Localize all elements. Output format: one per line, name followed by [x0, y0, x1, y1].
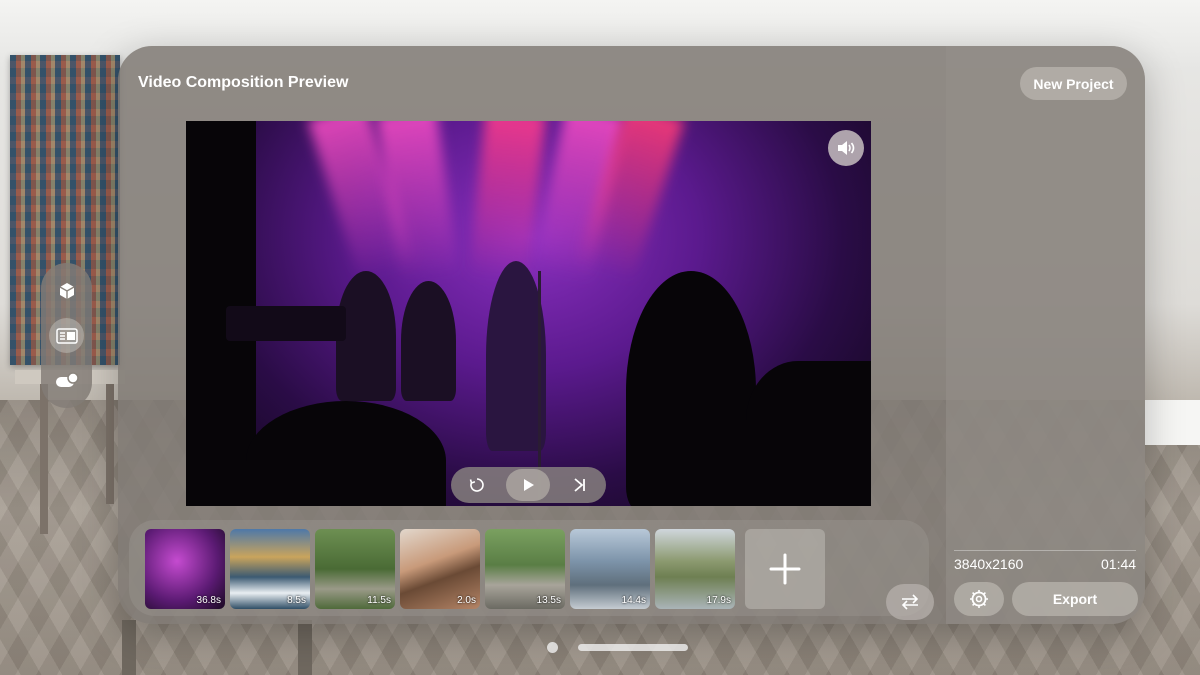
clip-timeline: 36.8s 8.5s 11.5s 2.0s 13.5s 14.4s 17.9s	[129, 520, 929, 616]
lead-singer	[486, 261, 546, 451]
stand-leg	[298, 620, 312, 675]
clip-duration: 2.0s	[457, 595, 476, 606]
clip-thumbnail[interactable]: 14.4s	[570, 529, 650, 609]
clip-thumbnail[interactable]: 13.5s	[485, 529, 565, 609]
plus-icon	[769, 553, 801, 585]
tool-sidebar	[41, 263, 92, 408]
duration-label: 01:44	[1101, 556, 1137, 572]
composition-window: Video Composition Preview New Project 36…	[118, 46, 1145, 624]
side-panel	[946, 46, 1145, 624]
new-project-button[interactable]: New Project	[1020, 67, 1127, 100]
window-grabber[interactable]	[578, 644, 688, 651]
swap-arrows-icon[interactable]	[886, 584, 934, 620]
add-clip-button[interactable]	[745, 529, 825, 609]
clip-thumbnail[interactable]: 17.9s	[655, 529, 735, 609]
gear-icon	[970, 590, 988, 608]
table-leg	[106, 384, 114, 504]
clip-thumbnail[interactable]: 11.5s	[315, 529, 395, 609]
playback-controls	[451, 467, 606, 503]
timeline-icon[interactable]	[49, 318, 84, 353]
export-button[interactable]: Export	[1012, 582, 1138, 616]
audience-head	[626, 271, 756, 506]
video-preview[interactable]	[186, 121, 871, 506]
speaker-icon[interactable]	[828, 130, 864, 166]
divider	[954, 550, 1136, 551]
clip-thumbnail[interactable]: 8.5s	[230, 529, 310, 609]
guitarist	[401, 281, 456, 401]
window-dot[interactable]	[547, 642, 558, 653]
audience-head	[246, 401, 446, 506]
clip-thumbnail[interactable]: 36.8s	[145, 529, 225, 609]
audience-shoulder	[746, 361, 871, 506]
clip-thumbnail[interactable]: 2.0s	[400, 529, 480, 609]
stand-leg	[122, 620, 136, 675]
clip-duration: 36.8s	[196, 595, 221, 606]
window-title: Video Composition Preview	[138, 74, 349, 91]
clip-duration: 14.4s	[621, 595, 646, 606]
keyboard	[226, 306, 346, 341]
cube-icon[interactable]	[49, 273, 84, 308]
play-icon[interactable]	[506, 469, 551, 501]
resolution-label: 3840x2160	[954, 556, 1024, 572]
replay-icon[interactable]	[455, 469, 499, 501]
skip-forward-icon[interactable]	[558, 469, 602, 501]
window-light	[1145, 400, 1200, 445]
clip-duration: 8.5s	[287, 595, 306, 606]
clip-duration: 13.5s	[536, 595, 561, 606]
settings-button[interactable]	[954, 582, 1004, 616]
toggle-badge-icon[interactable]	[49, 363, 84, 398]
clip-duration: 17.9s	[706, 595, 731, 606]
clip-duration: 11.5s	[367, 595, 391, 606]
table-leg	[40, 384, 48, 534]
